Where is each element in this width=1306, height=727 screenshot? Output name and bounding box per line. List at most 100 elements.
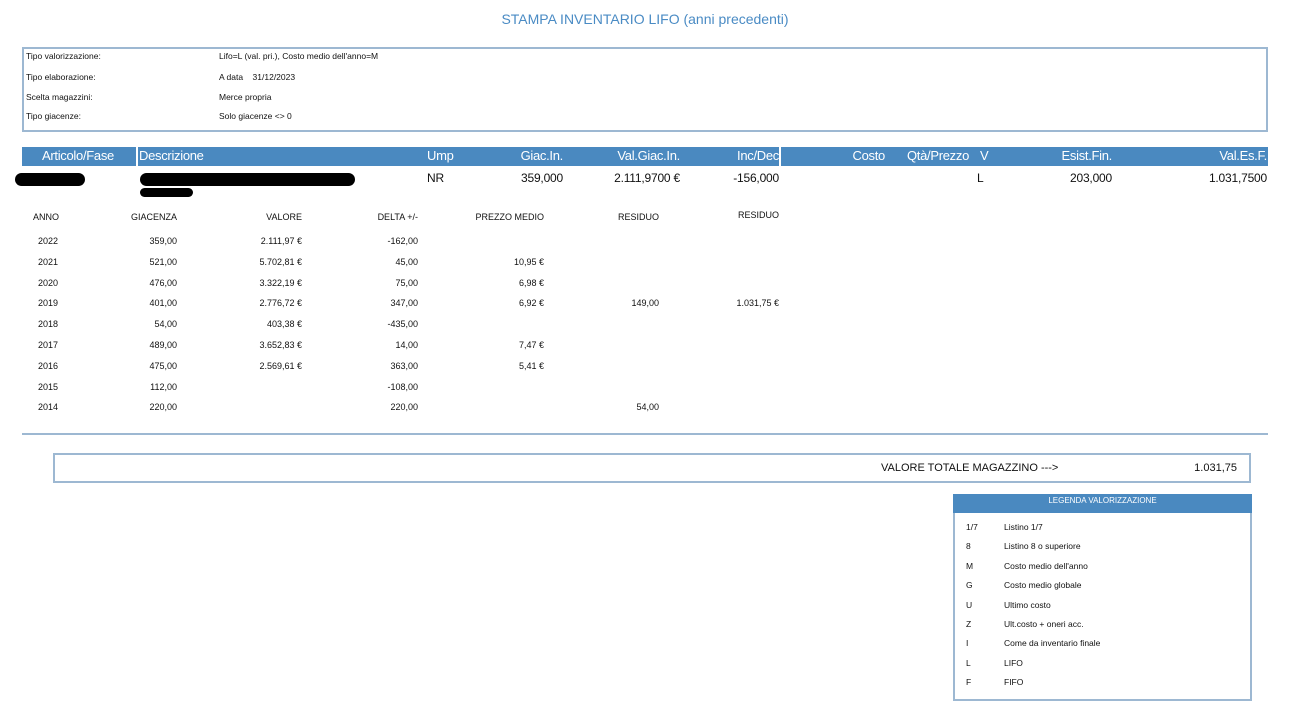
sub-header-6: RESIDUO xyxy=(737,210,779,220)
legend-label: LIFO xyxy=(1004,657,1023,668)
legend-box xyxy=(953,494,1252,701)
col-val-giac-in: Val.Giac.In. xyxy=(617,148,680,163)
header-divider xyxy=(779,147,781,166)
separator xyxy=(22,433,1268,435)
table-cell: 401,00 xyxy=(149,298,177,309)
item-giac-in: 359,000 xyxy=(521,171,563,185)
col-v: V xyxy=(980,148,989,163)
table-cell: 1.031,75 € xyxy=(736,298,779,309)
table-cell: 2.111,97 € xyxy=(260,236,302,246)
total-label: VALORE TOTALE MAGAZZINO ---> xyxy=(881,462,1059,474)
table-cell: 475,00 xyxy=(149,360,177,371)
legend-code: 8 xyxy=(966,541,971,552)
legend-label: FIFO xyxy=(1004,677,1024,688)
table-cell: 220,00 xyxy=(390,402,418,413)
table-cell: 2019 xyxy=(38,298,59,309)
table-cell: 2014 xyxy=(38,402,59,413)
info-value: Lifo=L (val. pri.), Costo medio dell'ann… xyxy=(219,51,379,61)
info-label: Tipo giacenze: xyxy=(26,111,81,121)
info-value: Merce propria xyxy=(219,92,272,102)
legend-label: Ult.costo + oneri acc. xyxy=(1004,619,1084,629)
table-cell: 45,00 xyxy=(395,256,418,267)
table-cell: 347,00 xyxy=(390,298,418,309)
table-cell: 3.322,19 € xyxy=(259,277,302,288)
legend-label: Costo medio globale xyxy=(1004,580,1082,591)
sub-header-5: RESIDUO xyxy=(617,212,659,222)
col-giac-in: Giac.In. xyxy=(520,148,564,163)
legend-label: Costo medio dell'anno xyxy=(1004,560,1088,571)
table-cell: 54,00 xyxy=(154,319,177,330)
redacted-description xyxy=(140,188,193,197)
sub-header-2: VALORE xyxy=(266,212,302,222)
table-cell: 2015 xyxy=(38,381,59,392)
legend-label: Come da inventario finale xyxy=(1004,638,1101,649)
table-cell: 363,00 xyxy=(390,360,418,371)
info-label: Scelta magazzini: xyxy=(26,92,93,102)
item-esist-fin: 203,000 xyxy=(1070,171,1112,185)
legend-label: Listino 1/7 xyxy=(1004,522,1043,532)
total-box xyxy=(53,453,1251,483)
table-cell: -108,00 xyxy=(387,381,418,392)
table-cell: 2016 xyxy=(38,360,59,371)
legend-code: G xyxy=(966,580,973,591)
info-label: Tipo valorizzazione: xyxy=(26,51,101,61)
table-cell: 2021 xyxy=(38,256,59,267)
col-costo: Costo xyxy=(852,148,886,163)
item-v: L xyxy=(977,171,984,185)
col-descrizione: Descrizione xyxy=(139,148,204,163)
table-cell: 403,38 € xyxy=(266,319,302,330)
table-cell: 2.776,72 € xyxy=(259,298,302,309)
total-value: 1.031,75 xyxy=(1194,462,1237,474)
table-cell: 10,95 € xyxy=(513,256,544,267)
legend-label: Listino 8 o superiore xyxy=(1004,541,1081,552)
sub-header-3: DELTA +/- xyxy=(377,212,418,222)
table-cell: 2.569,61 € xyxy=(259,360,302,371)
redacted-description xyxy=(140,173,355,186)
table-cell: 476,00 xyxy=(149,277,177,288)
info-box xyxy=(22,47,1268,132)
table-cell: 521,00 xyxy=(149,256,177,267)
legend-code: Z xyxy=(966,619,972,629)
table-cell: 7,47 € xyxy=(518,340,544,350)
legend-code: F xyxy=(966,677,972,688)
table-cell: 14,00 xyxy=(395,340,418,350)
table-cell: 359,00 xyxy=(149,236,177,246)
legend-code: L xyxy=(966,657,971,668)
table-cell: 6,98 € xyxy=(518,277,544,288)
col-ump: Ump xyxy=(427,148,454,163)
col-esist-fin: Esist.Fin. xyxy=(1061,148,1113,163)
table-cell: 112,00 xyxy=(150,381,177,392)
header-divider xyxy=(136,147,138,166)
sub-header-4: PREZZO MEDIO xyxy=(475,212,544,222)
legend-title: LEGENDA VALORIZZAZIONE xyxy=(953,494,1252,513)
table-cell: 489,00 xyxy=(149,340,177,350)
table-cell: 2018 xyxy=(38,319,59,330)
table-cell: 3.652,83 € xyxy=(259,340,302,350)
item-val-giac-in: 2.111,9700 € xyxy=(614,171,680,185)
legend-label: Ultimo costo xyxy=(1004,599,1051,610)
table-cell: 2022 xyxy=(38,236,59,246)
info-value: A data 31/12/2023 xyxy=(219,72,296,82)
table-cell: 54,00 xyxy=(636,402,659,413)
sub-header-0: ANNO xyxy=(33,212,60,222)
redacted-article-code xyxy=(15,173,85,186)
col-val-es-f: Val.Es.F. xyxy=(1219,148,1267,163)
item-inc-dec: -156,000 xyxy=(733,171,779,185)
table-cell: 75,00 xyxy=(395,277,418,288)
sub-header-1: GIACENZA xyxy=(130,212,177,222)
legend-code: M xyxy=(966,560,974,571)
legend-code: 1/7 xyxy=(966,522,978,532)
col-inc-dec: Inc/Dec xyxy=(737,148,779,163)
legend-code: U xyxy=(966,599,973,610)
table-cell: -162,00 xyxy=(387,236,418,246)
table-cell: 2020 xyxy=(38,277,59,288)
col-qta-prezzo: Qtà/Prezzo xyxy=(906,148,969,163)
legend-code: I xyxy=(966,638,969,649)
table-cell: 220,00 xyxy=(149,402,177,413)
table-cell: 5,41 € xyxy=(518,360,544,371)
table-cell: 6,92 € xyxy=(518,298,544,309)
table-cell: 2017 xyxy=(38,340,59,350)
table-cell: 149,00 xyxy=(631,298,659,309)
item-val-es-f: 1.031,7500 xyxy=(1208,171,1267,185)
info-value: Solo giacenze <> 0 xyxy=(219,111,292,121)
